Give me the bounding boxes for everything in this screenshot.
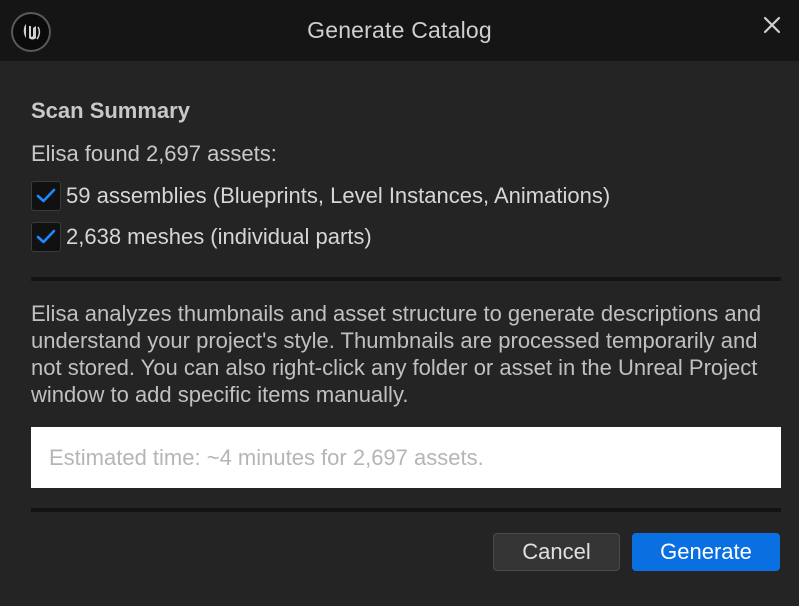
unreal-logo-icon (11, 12, 51, 52)
assemblies-checkbox[interactable] (31, 181, 61, 211)
meshes-checkbox[interactable] (31, 222, 61, 252)
assemblies-label: 59 assemblies (Blueprints, Level Instanc… (66, 183, 611, 208)
title-bar: Generate Catalog (0, 0, 799, 61)
divider (31, 508, 781, 512)
estimate-text: Estimated time: ~4 minutes for 2,697 ass… (49, 444, 484, 470)
close-button[interactable] (759, 12, 785, 38)
checkmark-icon (36, 229, 56, 244)
generate-button[interactable]: Generate (632, 533, 780, 571)
assets-found-text: Elisa found 2,697 assets: (31, 141, 277, 166)
checkmark-icon (36, 188, 56, 203)
meshes-label: 2,638 meshes (individual parts) (66, 224, 372, 249)
dialog-title: Generate Catalog (307, 17, 492, 43)
assemblies-option[interactable]: 59 assemblies (Blueprints, Level Instanc… (31, 181, 610, 211)
estimate-field: Estimated time: ~4 minutes for 2,697 ass… (31, 427, 781, 488)
close-icon (763, 16, 781, 34)
description-text: Elisa analyzes thumbnails and asset stru… (31, 301, 762, 407)
generate-catalog-dialog: Generate Catalog Scan Summary Elisa foun… (0, 0, 799, 606)
scan-summary-heading: Scan Summary (31, 98, 190, 123)
meshes-option[interactable]: 2,638 meshes (individual parts) (31, 222, 372, 252)
divider (31, 277, 781, 281)
cancel-button[interactable]: Cancel (493, 533, 620, 571)
